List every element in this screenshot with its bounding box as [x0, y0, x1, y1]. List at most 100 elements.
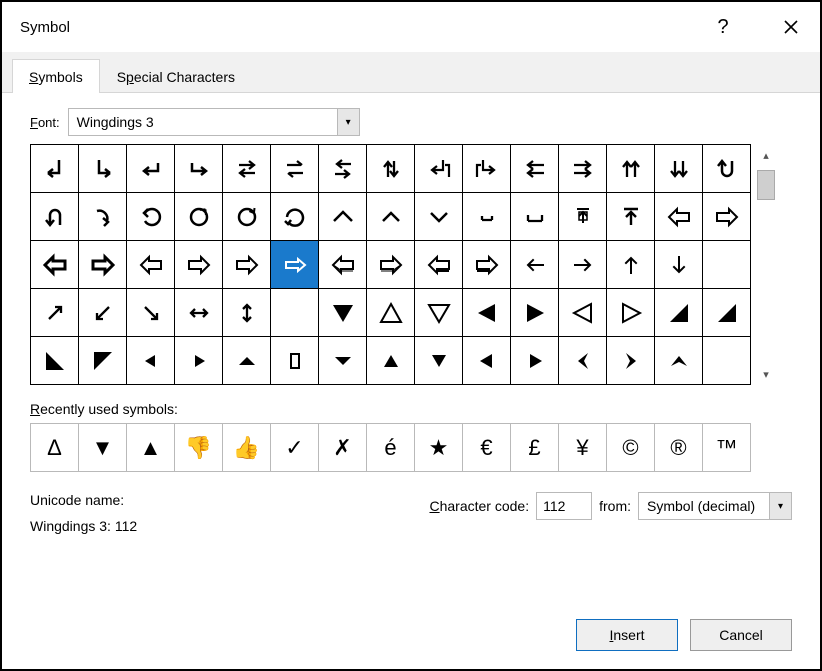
symbol-up-pair[interactable]: [607, 145, 654, 192]
symbol-thin-up[interactable]: [607, 241, 654, 288]
symbol-outline-right-white-2[interactable]: [223, 241, 270, 288]
recent-symbol-0[interactable]: Δ: [31, 424, 78, 471]
recent-symbol-14[interactable]: ™: [703, 424, 750, 471]
symbol-play-left-solid[interactable]: [463, 289, 510, 336]
recent-symbol-8[interactable]: ★: [415, 424, 462, 471]
tab-special-characters[interactable]: Special Characters: [100, 59, 252, 93]
symbol-double-head-right[interactable]: [559, 145, 606, 192]
symbol-undo[interactable]: [127, 193, 174, 240]
symbol-down-right[interactable]: [79, 145, 126, 192]
symbol-triangle-down-small[interactable]: [415, 337, 462, 384]
symbol-outline-left-shadow[interactable]: [319, 241, 366, 288]
symbol-diag-down-right[interactable]: [127, 289, 174, 336]
symbol-triangle-up-solid-sel[interactable]: [271, 289, 318, 336]
symbol-outline-right-shadow-2[interactable]: [463, 241, 510, 288]
help-button[interactable]: ?: [706, 10, 740, 44]
symbol-shelf-up[interactable]: [607, 193, 654, 240]
chevron-down-icon[interactable]: ▾: [769, 493, 791, 519]
cancel-button[interactable]: Cancel: [690, 619, 792, 651]
symbol-return-left[interactable]: [127, 145, 174, 192]
symbol-swap-left[interactable]: [319, 145, 366, 192]
scroll-up-icon[interactable]: ▴: [757, 146, 775, 164]
symbol-bracket-down[interactable]: [511, 193, 558, 240]
symbol-wedge-bottom-right-solid[interactable]: [703, 289, 750, 336]
symbol-arrowhead-right[interactable]: [607, 337, 654, 384]
symbol-arrowhead-left[interactable]: [559, 337, 606, 384]
symbol-outline-right[interactable]: [703, 193, 750, 240]
symbol-down-pair[interactable]: [655, 145, 702, 192]
symbol-wedge-bottom-left[interactable]: [31, 337, 78, 384]
symbol-blank2[interactable]: [703, 337, 750, 384]
symbol-double-head-left[interactable]: [511, 145, 558, 192]
symbol-u-turn-down[interactable]: [703, 145, 750, 192]
tab-symbols[interactable]: Symbols: [12, 59, 100, 93]
symbol-bracket-down-small[interactable]: [463, 193, 510, 240]
symbol-triangle-left-small[interactable]: [127, 337, 174, 384]
font-dropdown[interactable]: Wingdings 3 ▾: [68, 108, 360, 136]
insert-button[interactable]: Insert: [576, 619, 678, 651]
recent-symbol-13[interactable]: ®: [655, 424, 702, 471]
symbol-play-left-outline[interactable]: [559, 289, 606, 336]
symbol-thin-left[interactable]: [511, 241, 558, 288]
recent-symbol-11[interactable]: ¥: [559, 424, 606, 471]
symbol-triangle-up-small[interactable]: [367, 337, 414, 384]
symbol-triangle-up-flat[interactable]: [223, 337, 270, 384]
symbol-rect-outline[interactable]: [271, 337, 318, 384]
symbol-u-turn-up[interactable]: [31, 193, 78, 240]
symbol-wedge-bottom-left-solid[interactable]: [79, 337, 126, 384]
symbol-return-right[interactable]: [175, 145, 222, 192]
symbol-crossing-single[interactable]: [271, 145, 318, 192]
symbol-arrowhead-up[interactable]: [655, 337, 702, 384]
recent-symbol-2[interactable]: ▲: [127, 424, 174, 471]
symbol-triangle-left-small-2[interactable]: [463, 337, 510, 384]
symbol-thin-down[interactable]: [655, 241, 702, 288]
recent-symbol-5[interactable]: ✓: [271, 424, 318, 471]
symbol-play-right-outline[interactable]: [607, 289, 654, 336]
symbol-triangle-down-outline[interactable]: [415, 289, 462, 336]
symbol-shelf-up-outline[interactable]: [559, 193, 606, 240]
symbol-outline-left[interactable]: [655, 193, 702, 240]
character-code-input[interactable]: [536, 492, 592, 520]
symbol-up-down[interactable]: [367, 145, 414, 192]
chevron-down-icon[interactable]: ▾: [337, 109, 359, 135]
symbol-diag-down-left[interactable]: [79, 289, 126, 336]
symbol-triangle-right-small-2[interactable]: [511, 337, 558, 384]
symbol-caret-up-wide[interactable]: [319, 193, 366, 240]
symbol-outline-left-shadow-2[interactable]: [415, 241, 462, 288]
recent-symbol-4[interactable]: 👍: [223, 424, 270, 471]
symbol-caret-up[interactable]: [367, 193, 414, 240]
symbol-circle-solid[interactable]: [223, 193, 270, 240]
symbol-caret-down[interactable]: [415, 193, 462, 240]
symbol-outline-right-shadow[interactable]: [367, 241, 414, 288]
symbol-triangle-down-solid[interactable]: [319, 289, 366, 336]
symbol-circle-open[interactable]: [175, 193, 222, 240]
symbol-play-right-solid[interactable]: [511, 289, 558, 336]
symbol-crossing-double[interactable]: [223, 145, 270, 192]
recent-symbol-7[interactable]: é: [367, 424, 414, 471]
symbol-swap-down-right[interactable]: [463, 145, 510, 192]
recent-symbol-10[interactable]: £: [511, 424, 558, 471]
symbol-outline-left-heavy[interactable]: [31, 241, 78, 288]
symbol-thin-right[interactable]: [559, 241, 606, 288]
symbol-rotate[interactable]: [271, 193, 318, 240]
symbol-outline-right-white[interactable]: [175, 241, 222, 288]
symbol-swap-down-left[interactable]: [415, 145, 462, 192]
symbol-up-down-thin[interactable]: [223, 289, 270, 336]
scroll-down-icon[interactable]: ▾: [757, 365, 775, 383]
symbol-triangle-right-small[interactable]: [175, 337, 222, 384]
symbol-down-left[interactable]: [31, 145, 78, 192]
symbol-outline-right-heavy[interactable]: [79, 241, 126, 288]
symbol-triangle-up-outline[interactable]: [367, 289, 414, 336]
symbol-left-right[interactable]: [175, 289, 222, 336]
symbol-wedge-bottom-right[interactable]: [655, 289, 702, 336]
recent-symbol-12[interactable]: ©: [607, 424, 654, 471]
symbol-grid-scrollbar[interactable]: ▴ ▾: [754, 144, 778, 385]
symbol-curve-right[interactable]: [79, 193, 126, 240]
symbol-outline-left-white[interactable]: [127, 241, 174, 288]
recent-symbol-3[interactable]: 👎: [175, 424, 222, 471]
symbol-blank[interactable]: [703, 241, 750, 288]
recent-symbol-9[interactable]: €: [463, 424, 510, 471]
recent-symbol-1[interactable]: ▼: [79, 424, 126, 471]
scroll-thumb[interactable]: [757, 170, 775, 200]
recent-symbol-6[interactable]: ✗: [319, 424, 366, 471]
